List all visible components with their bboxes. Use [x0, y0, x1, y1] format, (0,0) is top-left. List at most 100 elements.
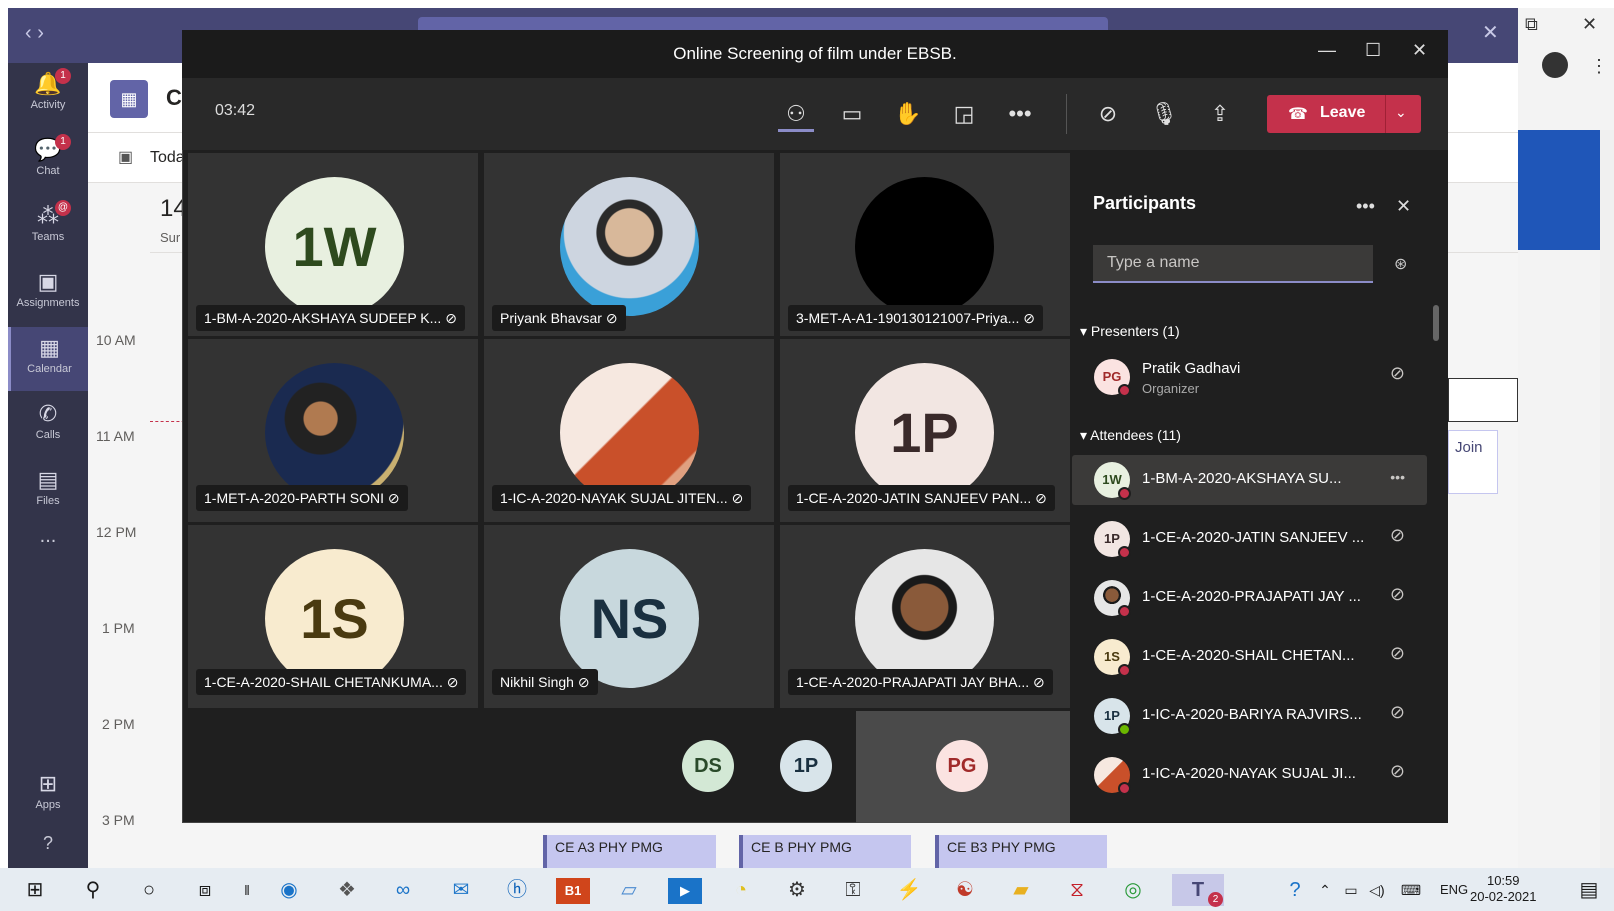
close-icon[interactable]: ✕ — [1412, 40, 1427, 61]
help-tray-icon[interactable]: ? — [1278, 874, 1312, 906]
camera-off-icon[interactable]: ⊘ — [1090, 96, 1126, 132]
row-more-icon[interactable]: ••• — [1390, 469, 1405, 485]
attendee-row[interactable]: 1P 1-CE-A-2020-JATIN SANJEEV ... ⊘ — [1072, 514, 1427, 564]
bg-close-icon[interactable]: ✕ — [1482, 20, 1499, 45]
rail-item-chat[interactable]: 💬 1 Chat — [8, 129, 88, 193]
copy-link-icon[interactable]: ⊛ — [1394, 254, 1407, 274]
breakout-icon[interactable]: ◲ — [946, 96, 982, 132]
system-clock[interactable]: 10:59 20-02-2021 — [1470, 873, 1537, 905]
calendar-event[interactable]: CE B PHY PMG — [739, 835, 911, 868]
rail-item-calls[interactable]: ✆ Calls — [8, 393, 88, 457]
calendar-event[interactable]: CE B3 PHY PMG — [935, 835, 1107, 868]
keyboard-icon[interactable]: ⌨ — [1394, 874, 1428, 906]
rail-more-button[interactable]: ... — [8, 525, 88, 589]
rail-label: Calls — [35, 429, 61, 441]
browser-close-icon[interactable]: ✕ — [1582, 14, 1597, 35]
language-indicator[interactable]: ENG — [1440, 882, 1468, 897]
participants-icon[interactable]: ⚇ — [778, 96, 814, 132]
participant-search-input[interactable] — [1093, 245, 1373, 283]
panel-scrollbar[interactable] — [1433, 305, 1439, 341]
page-scrollbar[interactable] — [1600, 130, 1614, 868]
security-app-icon[interactable]: ⚿ — [836, 874, 870, 906]
app-icon[interactable]: ◔ — [724, 874, 758, 906]
meeting-toolbar — [182, 78, 1448, 150]
infinity-icon[interactable]: ∞ — [386, 874, 420, 906]
video-tile[interactable]: 1-MET-A-2020-PARTH SONI ⊘ — [188, 339, 478, 522]
overflow-avatar[interactable]: DS — [682, 740, 734, 792]
task-view-icon[interactable]: ⧈ — [188, 874, 222, 906]
video-tile[interactable]: 3-MET-A-A1-190130121007-Priya... ⊘ — [780, 153, 1070, 336]
presenters-section[interactable]: ▾ Presenters (1) — [1080, 323, 1180, 340]
hp-icon[interactable]: ⓗ — [500, 874, 534, 906]
rail-item-files[interactable]: ▤ Files — [8, 459, 88, 523]
video-tile[interactable]: Priyank Bhavsar ⊘ — [484, 153, 774, 336]
attendee-row[interactable]: 1P 1-IC-A-2020-BARIYA RAJVIRS... ⊘ — [1072, 691, 1427, 741]
video-tile[interactable]: NS Nikhil Singh ⊘ — [484, 525, 774, 708]
panel-more-icon[interactable]: ••• — [1356, 196, 1375, 217]
search-icon[interactable]: ⚲ — [76, 874, 110, 906]
join-button[interactable]: Join — [1448, 430, 1498, 494]
cortana-icon[interactable]: ○ — [132, 874, 166, 906]
attendee-row[interactable]: 1W 1-BM-A-2020-AKSHAYA SU... ••• — [1072, 455, 1427, 505]
time-label: 2 PM — [102, 716, 135, 732]
acrobat-icon[interactable]: ⧖ — [1060, 874, 1094, 906]
panel-close-icon[interactable]: ✕ — [1396, 196, 1411, 217]
presenter-row[interactable]: PG Pratik Gadhavi Organizer ⊘ — [1072, 352, 1427, 402]
minimize-icon[interactable]: — — [1318, 40, 1336, 61]
edge-icon[interactable]: ◉ — [272, 874, 306, 906]
attendee-row[interactable]: 1S 1-CE-A-2020-SHAIL CHETAN... ⊘ — [1072, 632, 1427, 682]
teams-icon: ⁂ — [37, 203, 59, 228]
avatar: NS — [560, 549, 699, 688]
chrome-icon[interactable]: ◎ — [1116, 874, 1150, 906]
attendee-row[interactable]: 1-IC-A-2020-NAYAK SUJAL JI... ⊘ — [1072, 750, 1427, 800]
video-tile[interactable]: 1S 1-CE-A-2020-SHAIL CHETANKUMA... ⊘ — [188, 525, 478, 708]
app-icon[interactable]: ▱ — [612, 874, 646, 906]
status-dot — [1118, 384, 1131, 397]
browser-menu-icon[interactable]: ⋮ — [1590, 56, 1608, 77]
rail-item-apps[interactable]: ⊞ Apps — [8, 763, 88, 827]
rail-item-assignments[interactable]: ▣ Assignments — [8, 261, 88, 325]
maximize-icon[interactable]: ☐ — [1365, 40, 1381, 61]
mic-off-icon[interactable]: 🎙 — [1146, 96, 1182, 132]
event-box[interactable] — [1448, 378, 1518, 422]
hangup-icon: ☎ — [1288, 106, 1308, 123]
chat-icon[interactable]: ▭ — [834, 96, 870, 132]
video-tile[interactable]: 1P 1-CE-A-2020-JATIN SANJEEV PAN... ⊘ — [780, 339, 1070, 522]
video-tile[interactable]: 1-IC-A-2020-NAYAK SUJAL JITEN... ⊘ — [484, 339, 774, 522]
participant-name: 3-MET-A-A1-190130121007-Priya... ⊘ — [788, 305, 1043, 331]
mail-icon[interactable]: ✉ — [444, 874, 478, 906]
volume-icon[interactable]: ◁) — [1360, 874, 1394, 906]
app-icon[interactable]: ☯ — [948, 874, 982, 906]
overflow-avatar[interactable]: 1P — [780, 740, 832, 792]
share-screen-icon[interactable]: ⇪ — [1202, 96, 1238, 132]
b1-app-icon[interactable]: B1 — [556, 878, 590, 904]
restore-icon[interactable]: ⧉ — [1525, 14, 1538, 35]
dropbox-icon[interactable]: ❖ — [330, 874, 364, 906]
chevron-down-icon[interactable]: ⌄ — [1395, 104, 1407, 121]
calendar-icon: ▦ — [39, 335, 60, 360]
back-arrow-icon[interactable]: ‹ › — [25, 22, 44, 45]
raise-hand-icon[interactable]: ✋ — [890, 96, 926, 132]
video-tile[interactable]: 1W 1-BM-A-2020-AKSHAYA SUDEEP K... ⊘ — [188, 153, 478, 336]
more-actions-icon[interactable]: ••• — [1002, 96, 1038, 132]
attendees-section[interactable]: ▾ Attendees (11) — [1080, 427, 1181, 444]
meeting-title: Online Screening of film under EBSB. — [673, 44, 957, 63]
file-explorer-icon[interactable]: ▰ — [1004, 874, 1038, 906]
start-icon[interactable]: ⊞ — [18, 874, 52, 906]
today-button[interactable]: Toda — [150, 149, 185, 167]
network-app-icon[interactable]: ⚙ — [780, 874, 814, 906]
profile-icon[interactable] — [1542, 52, 1568, 78]
rail-label: Activity — [30, 99, 66, 111]
attendee-row[interactable]: 1-CE-A-2020-PRAJAPATI JAY ... ⊘ — [1072, 573, 1427, 623]
notifications-icon[interactable]: ▤ — [1572, 874, 1606, 906]
video-tile[interactable]: 1-CE-A-2020-PRAJAPATI JAY BHA... ⊘ — [780, 525, 1070, 708]
mic-off-icon: ⊘ — [387, 490, 400, 506]
avatar-black — [855, 177, 994, 316]
app-icon[interactable]: ⚡ — [892, 874, 926, 906]
prime-video-icon[interactable]: ▶ — [668, 878, 702, 904]
rail-item-teams[interactable]: ⁂ @ Teams — [8, 195, 88, 259]
chat-icon: 💬 — [34, 137, 62, 162]
rail-item-activity[interactable]: 🔔 1 Activity — [8, 63, 88, 127]
rail-item-calendar[interactable]: ▦ Calendar — [8, 327, 88, 391]
calendar-event[interactable]: CE A3 PHY PMG — [543, 835, 716, 868]
